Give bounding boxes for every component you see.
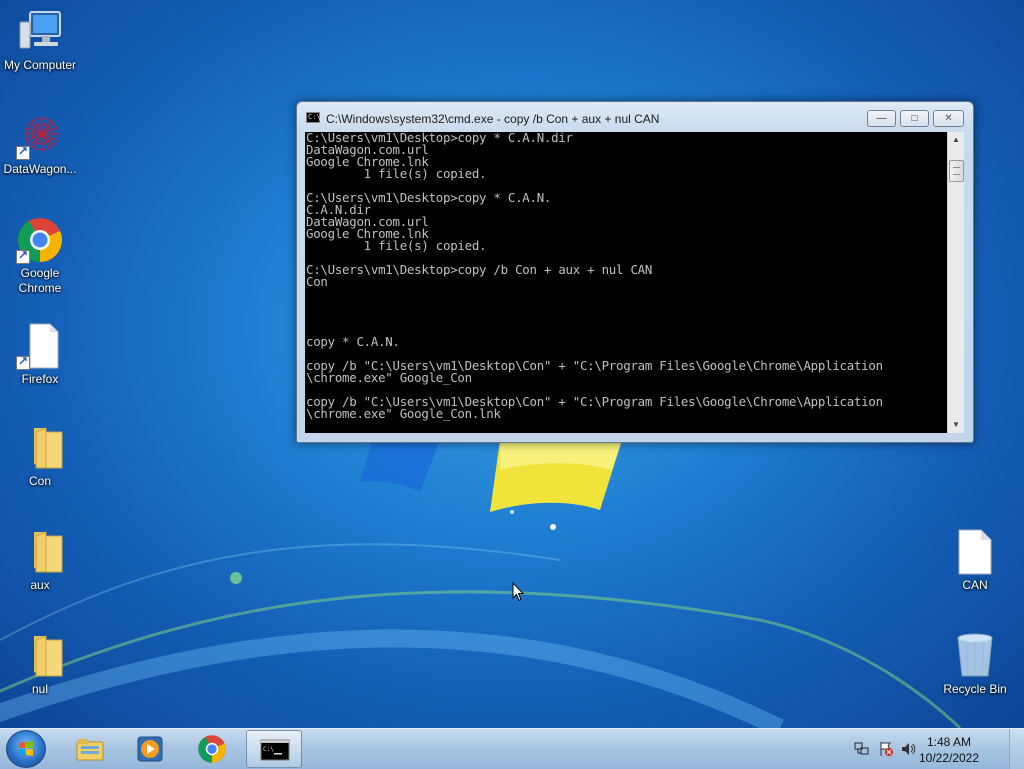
- desktop-icon-google-chrome[interactable]: Google Chrome: [0, 216, 80, 296]
- console-line: 1 file(s) copied.: [306, 238, 487, 253]
- windows-logo-icon: [19, 741, 33, 756]
- svg-text:C:\: C:\: [263, 746, 274, 753]
- desktop-icon-label: My Computer: [3, 58, 77, 72]
- cmd-window[interactable]: C:\ C:\Windows\system32\cmd.exe - copy /…: [296, 101, 974, 443]
- desktop-icon-nul[interactable]: nul: [0, 632, 80, 697]
- datawagon-icon: [16, 112, 64, 160]
- scroll-down-arrow-icon[interactable]: ▼: [948, 417, 964, 433]
- desktop-icon-label: Recycle Bin: [943, 682, 1007, 696]
- show-desktop-button[interactable]: [1009, 729, 1024, 769]
- desktop-icon-label: nul: [31, 682, 48, 696]
- mouse-cursor-icon: [512, 582, 524, 602]
- scroll-up-arrow-icon[interactable]: ▲: [948, 132, 964, 148]
- desktop[interactable]: My Computer DataWagon...: [0, 0, 1024, 728]
- folder-icon: [16, 424, 64, 472]
- clock-date[interactable]: 10/22/2022: [914, 751, 984, 765]
- taskbar: C:\ 1:48 AM 10/22/2022: [0, 728, 1024, 769]
- console-output: C:\Users\vm1\Desktop>copy * C.A.N.dir Dat…: [306, 132, 946, 420]
- desktop-icon-my-computer[interactable]: My Computer: [0, 8, 80, 73]
- taskbar-chrome-button[interactable]: [184, 730, 240, 768]
- desktop-icon-datawagon[interactable]: DataWagon...: [0, 112, 80, 177]
- console-line: \chrome.exe" Google_Con: [306, 370, 472, 385]
- desktop-icon-con[interactable]: Con: [0, 424, 80, 489]
- desktop-icon-label: Firefox: [21, 372, 59, 386]
- console-line: 1 file(s) copied.: [306, 166, 487, 181]
- cmd-icon: C:\: [260, 739, 290, 761]
- folder-icon: [16, 632, 64, 680]
- console-line: Con: [306, 274, 328, 289]
- console-line: C:\Users\vm1\Desktop>copy /b Con + aux +…: [306, 262, 653, 277]
- chrome-icon: [16, 216, 64, 264]
- console-line: C:\Users\vm1\Desktop>copy * C.A.N.: [306, 190, 552, 205]
- console-line: \chrome.exe" Google_Con.lnk: [306, 406, 501, 421]
- taskbar-media-player-button[interactable]: [122, 730, 178, 768]
- console-area[interactable]: C:\Users\vm1\Desktop>copy * C.A.N.dir Dat…: [305, 132, 964, 433]
- clock-time[interactable]: 1:48 AM: [914, 735, 984, 749]
- desktop-icon-can[interactable]: CAN: [935, 528, 1015, 593]
- recycle-bin-icon: [951, 632, 999, 680]
- chrome-icon: [198, 735, 226, 763]
- shortcut-arrow-icon: [16, 248, 30, 264]
- console-line: copy * C.A.N.: [306, 334, 400, 349]
- desktop-icon-recycle-bin[interactable]: Recycle Bin: [935, 632, 1015, 697]
- cmd-window-title: C:\Windows\system32\cmd.exe - copy /b Co…: [326, 112, 660, 126]
- minimize-button[interactable]: —: [867, 110, 896, 127]
- taskbar-cmd-button[interactable]: C:\: [246, 730, 302, 768]
- desktop-icon-label: DataWagon...: [3, 162, 77, 176]
- desktop-icon-aux[interactable]: aux: [0, 528, 80, 593]
- shortcut-arrow-icon: [16, 354, 30, 370]
- cmd-titlebar[interactable]: C:\ C:\Windows\system32\cmd.exe - copy /…: [297, 102, 973, 130]
- action-center-flag-icon[interactable]: [878, 741, 894, 757]
- taskbar-explorer-button[interactable]: [62, 730, 118, 768]
- blank-file-icon: [16, 322, 64, 370]
- start-button[interactable]: [6, 730, 46, 768]
- vertical-scrollbar[interactable]: ▲ ▼: [947, 132, 964, 433]
- notification-area: 1:48 AM 10/22/2022: [854, 729, 1024, 769]
- desktop-icon-label: CAN: [962, 578, 988, 592]
- desktop-icon-label: Google Chrome: [18, 266, 62, 295]
- shortcut-arrow-icon: [16, 144, 30, 160]
- folder-icon: [16, 528, 64, 576]
- blank-file-icon: [951, 528, 999, 576]
- network-icon[interactable]: [854, 741, 870, 757]
- media-player-icon: [137, 736, 163, 762]
- maximize-button[interactable]: □: [900, 110, 929, 127]
- computer-icon: [16, 8, 64, 56]
- close-button[interactable]: ✕: [933, 110, 964, 127]
- desktop-icon-firefox[interactable]: Firefox: [0, 322, 80, 387]
- desktop-icon-label: aux: [30, 578, 50, 592]
- desktop-icon-label: Con: [28, 474, 51, 488]
- cmd-icon: C:\: [306, 112, 321, 123]
- scrollbar-thumb[interactable]: [949, 160, 964, 182]
- explorer-icon: [76, 739, 104, 761]
